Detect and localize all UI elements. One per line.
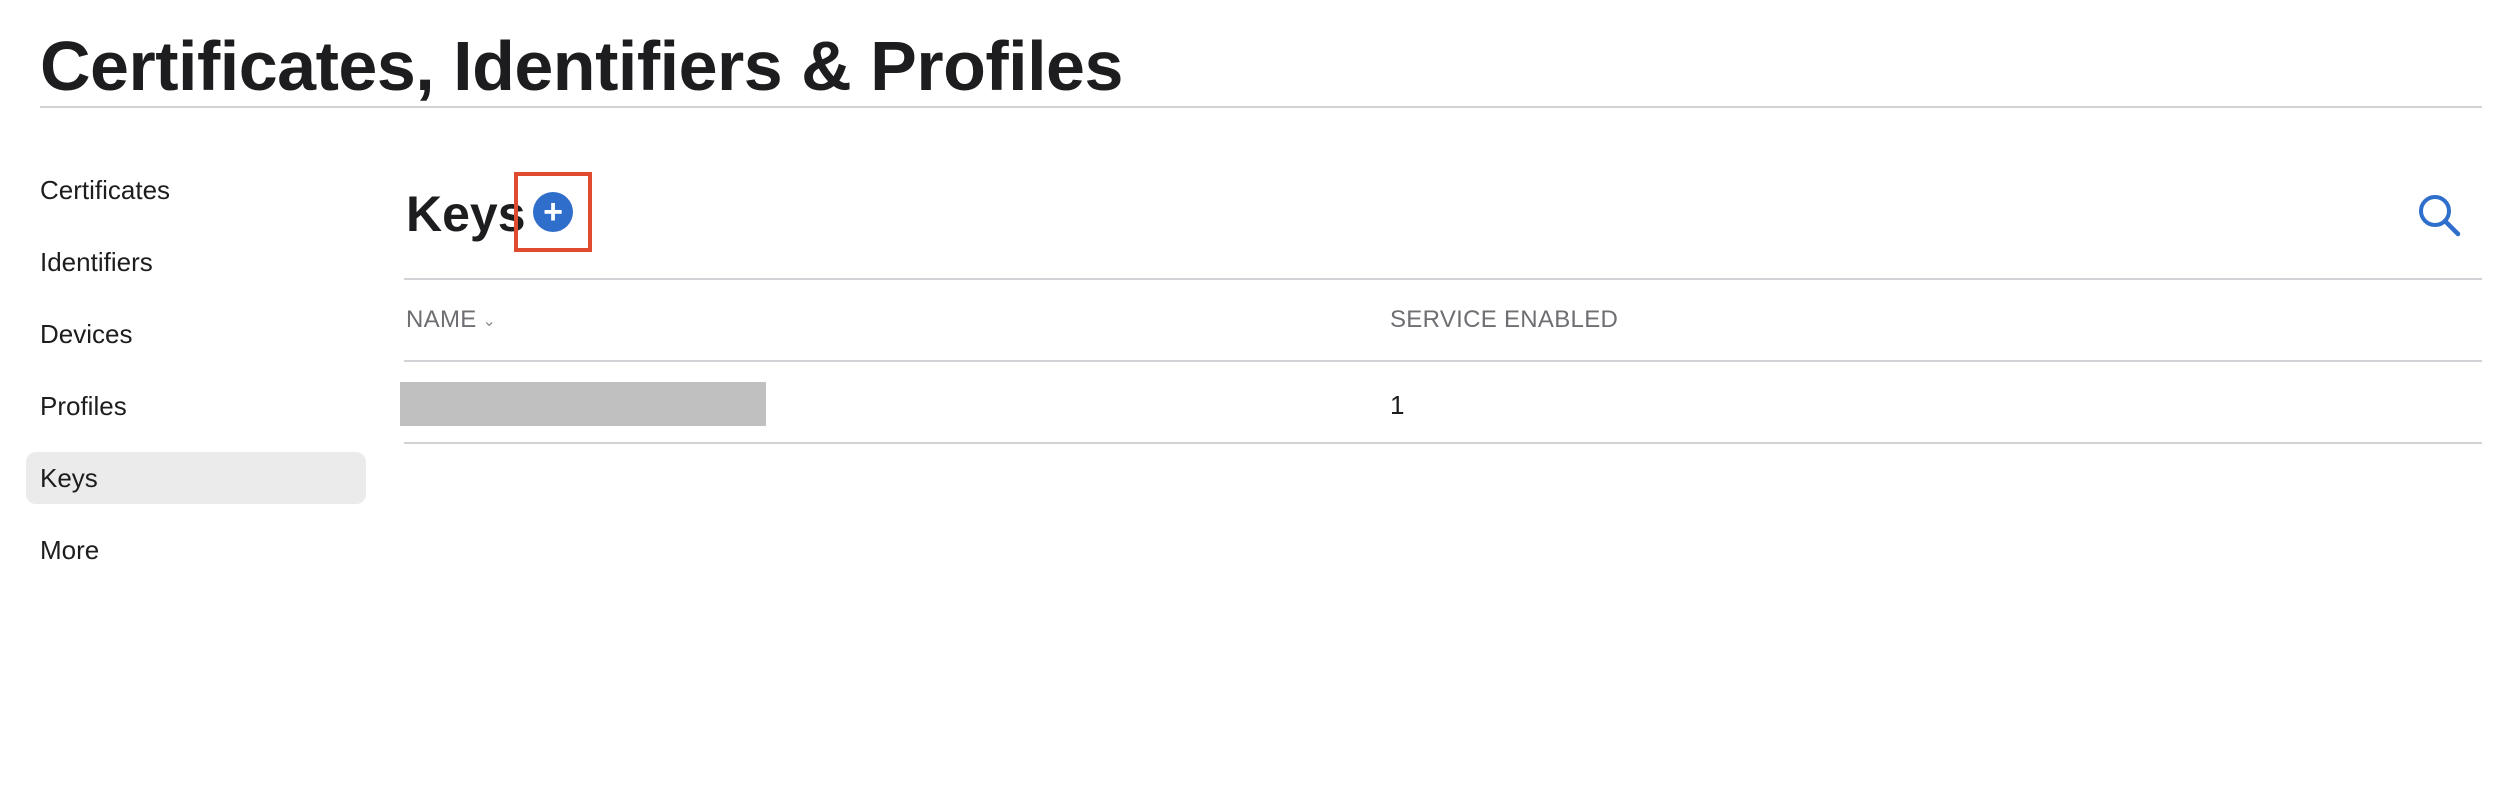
add-key-button-highlight[interactable]: + (514, 172, 592, 252)
sidebar: Certificates Identifiers Devices Profile… (26, 164, 366, 596)
sidebar-item-devices[interactable]: Devices (26, 308, 366, 360)
main-content: Keys + NAME ⌄ SERVICE ENABLED 1 (400, 168, 2482, 444)
sidebar-item-identifiers[interactable]: Identifiers (26, 236, 366, 288)
chevron-down-icon: ⌄ (482, 312, 497, 330)
section-header: Keys + (404, 168, 2482, 278)
sidebar-item-keys[interactable]: Keys (26, 452, 366, 504)
table-divider (404, 442, 2482, 444)
page-title: Certificates, Identifiers & Profiles (40, 27, 1123, 105)
sidebar-item-label: Identifiers (40, 246, 153, 277)
sidebar-item-label: Devices (40, 318, 133, 349)
plus-circle-icon: + (543, 193, 563, 231)
search-button[interactable] (2416, 192, 2462, 238)
column-header-service-enabled[interactable]: SERVICE ENABLED (1390, 306, 1618, 334)
add-key-button[interactable]: + (533, 192, 573, 232)
sidebar-item-label: Certificates (40, 174, 171, 205)
title-divider (40, 106, 2482, 108)
section-title: Keys (406, 186, 526, 242)
sidebar-item-label: Profiles (40, 390, 127, 421)
table-header-row: NAME ⌄ SERVICE ENABLED (404, 280, 2482, 360)
column-header-name[interactable]: NAME ⌄ (406, 306, 496, 334)
column-header-label: SERVICE ENABLED (1390, 306, 1619, 333)
service-enabled-cell: 1 (1390, 390, 1405, 420)
sidebar-item-label: More (40, 534, 100, 565)
redacted-key-name (400, 382, 766, 426)
sidebar-item-profiles[interactable]: Profiles (26, 380, 366, 432)
sidebar-item-certificates[interactable]: Certificates (26, 164, 366, 216)
keys-table: NAME ⌄ SERVICE ENABLED 1 (400, 278, 2482, 444)
sidebar-item-more[interactable]: More (26, 524, 366, 576)
column-header-label: NAME (406, 306, 477, 333)
sidebar-item-label: Keys (40, 462, 98, 493)
table-row[interactable]: 1 (400, 362, 2482, 442)
search-icon (2419, 195, 2461, 237)
page: Certificates, Identifiers & Profiles Cer… (0, 0, 2508, 810)
